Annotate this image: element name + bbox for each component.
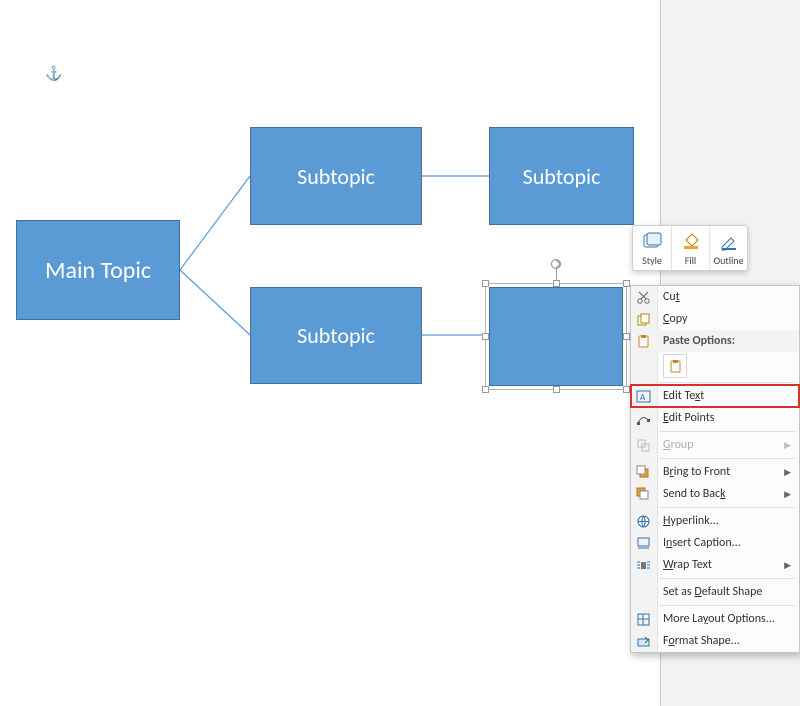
resize-handle[interactable] xyxy=(482,280,489,287)
menu-item-cut[interactable]: Cut xyxy=(631,286,799,308)
menu-label: More Layout Options... xyxy=(663,612,775,626)
menu-item-wrap-text[interactable]: Wrap Text ▶ xyxy=(631,554,799,576)
paste-options-row xyxy=(631,352,799,380)
svg-text:A: A xyxy=(640,392,646,403)
insert-caption-icon xyxy=(634,534,652,552)
menu-label: Insert Caption... xyxy=(663,536,741,550)
anchor-icon: ⚓ xyxy=(45,65,62,82)
document-canvas[interactable]: ⚓ Main Topic Subtopic Subtopic Subtopic xyxy=(0,0,660,706)
send-to-back-icon xyxy=(634,485,652,503)
shape-label: Subtopic xyxy=(297,163,375,190)
menu-label: Bring to Front xyxy=(663,465,730,479)
menu-separator xyxy=(659,507,795,508)
menu-label: Wrap Text xyxy=(663,558,712,572)
hyperlink-icon xyxy=(634,512,652,530)
group-icon xyxy=(634,436,652,454)
menu-item-format-shape[interactable]: Format Shape... xyxy=(631,630,799,652)
menu-label: Paste Options: xyxy=(663,334,735,348)
shape-main-topic[interactable]: Main Topic xyxy=(16,220,180,320)
resize-handle[interactable] xyxy=(623,333,630,340)
mini-toolbar-label: Style xyxy=(642,254,662,267)
shape-label: Subtopic xyxy=(523,163,601,190)
menu-separator xyxy=(659,578,795,579)
submenu-arrow-icon: ▶ xyxy=(784,467,791,478)
menu-item-hyperlink[interactable]: Hyperlink... xyxy=(631,510,799,532)
wrap-text-icon xyxy=(634,556,652,574)
menu-separator xyxy=(659,605,795,606)
layout-options-icon xyxy=(634,610,652,628)
menu-separator xyxy=(659,382,795,383)
shape-label: Main Topic xyxy=(45,256,151,285)
submenu-arrow-icon: ▶ xyxy=(784,489,791,500)
edit-points-icon xyxy=(634,409,652,427)
resize-handle[interactable] xyxy=(553,280,560,287)
menu-label: Send to Back xyxy=(663,487,726,501)
shape-subtopic-bottom-right-selected[interactable] xyxy=(489,287,623,386)
shape-subtopic-top-right[interactable]: Subtopic xyxy=(489,127,634,225)
menu-label: Edit Points xyxy=(663,411,714,425)
paint-bucket-icon xyxy=(680,230,702,252)
menu-separator xyxy=(659,458,795,459)
mini-toolbar-label: Outline xyxy=(713,254,743,267)
menu-label: Format Shape... xyxy=(663,634,740,648)
style-gallery-icon xyxy=(641,230,663,252)
edit-text-icon: A xyxy=(634,387,652,405)
resize-handle[interactable] xyxy=(623,280,630,287)
menu-header-paste-options: Paste Options: xyxy=(631,330,799,352)
clipboard-paste-icon xyxy=(668,359,683,374)
copy-icon xyxy=(634,310,652,328)
resize-handle[interactable] xyxy=(482,386,489,393)
bring-to-front-icon xyxy=(634,463,652,481)
menu-separator xyxy=(659,431,795,432)
menu-item-edit-text[interactable]: A Edit Text xyxy=(631,385,799,407)
resize-handle[interactable] xyxy=(553,386,560,393)
menu-item-copy[interactable]: Copy xyxy=(631,308,799,330)
resize-handle[interactable] xyxy=(623,386,630,393)
rotate-handle[interactable] xyxy=(551,259,561,269)
menu-item-bring-to-front[interactable]: Bring to Front ▶ xyxy=(631,461,799,483)
menu-item-more-layout-options[interactable]: More Layout Options... xyxy=(631,608,799,630)
menu-label: Copy xyxy=(663,312,687,326)
menu-label: Hyperlink... xyxy=(663,514,719,528)
menu-label: Set as Default Shape xyxy=(663,585,762,599)
shape-subtopic-top-left[interactable]: Subtopic xyxy=(250,127,422,225)
menu-item-edit-points[interactable]: Edit Points xyxy=(631,407,799,429)
menu-item-set-default-shape[interactable]: Set as Default Shape xyxy=(631,581,799,603)
menu-item-send-to-back[interactable]: Send to Back ▶ xyxy=(631,483,799,505)
pen-outline-icon xyxy=(718,230,740,252)
mini-toolbar-label: Fill xyxy=(685,254,696,267)
paste-option-button[interactable] xyxy=(663,354,687,378)
clipboard-icon xyxy=(634,332,652,350)
menu-item-group: Group ▶ xyxy=(631,434,799,456)
shape-label: Subtopic xyxy=(297,322,375,349)
menu-label: Cut xyxy=(663,290,680,304)
resize-handle[interactable] xyxy=(482,333,489,340)
context-menu: Cut Copy Paste Options: A Edit Text Edit… xyxy=(630,285,800,653)
shape-subtopic-bottom-left[interactable]: Subtopic xyxy=(250,287,422,384)
fill-button[interactable]: Fill xyxy=(671,226,709,270)
menu-label: Edit Text xyxy=(663,389,704,403)
menu-item-insert-caption[interactable]: Insert Caption... xyxy=(631,532,799,554)
format-shape-icon xyxy=(634,632,652,650)
submenu-arrow-icon: ▶ xyxy=(784,440,791,451)
submenu-arrow-icon: ▶ xyxy=(784,560,791,571)
outline-button[interactable]: Outline xyxy=(709,226,747,270)
menu-label: Group xyxy=(663,438,694,452)
style-button[interactable]: Style xyxy=(633,226,671,270)
scissors-icon xyxy=(634,288,652,306)
mini-format-toolbar: Style Fill Outline xyxy=(632,225,748,271)
